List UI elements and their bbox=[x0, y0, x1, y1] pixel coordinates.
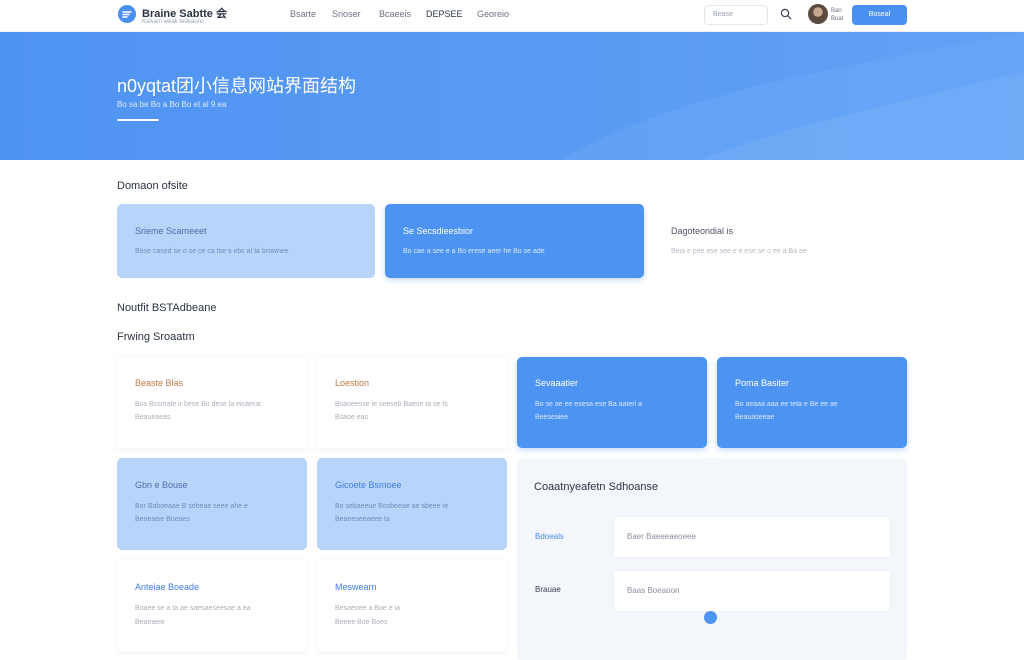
nav-item-2[interactable]: Srioser bbox=[332, 9, 361, 19]
card-title: Anteiae Boeade bbox=[135, 582, 200, 592]
hero-title: n0yqtat团小信息网站界面结构 bbox=[117, 76, 357, 96]
search-icon[interactable] bbox=[780, 8, 792, 20]
card-description: Bos Bssreale ir bese Bo dese la eicaerar bbox=[135, 401, 262, 408]
hero-subtitle: Bo sa be Bo a Bo Bo et al 9 ea bbox=[117, 100, 227, 109]
card-description: Beia e pee ese see e e ese se o ee a Ba … bbox=[671, 248, 807, 255]
card-description: Bose cased se o se ce ca tse s ebc al ta… bbox=[135, 248, 289, 255]
section-title-overview: Domaon ofsite bbox=[117, 180, 188, 192]
card-description: Bsaoeesse ie seeseb Baese ta se ts bbox=[335, 401, 448, 408]
card-description-2: Beaeeseeaeee ta bbox=[335, 516, 390, 523]
form-title: Coaatnyeafetn Sdhoanse bbox=[534, 481, 659, 493]
card-title: Dagoteondial is bbox=[671, 226, 734, 236]
grid-card-8[interactable]: Meswearn Besaeoee a Boe e ia Beeee Boe B… bbox=[317, 560, 507, 652]
card-description: Bo sebaeeue Bosbeeae ae sbeee te bbox=[335, 503, 449, 510]
card-description-2: Bsaoe eas bbox=[335, 414, 369, 421]
hero-underline bbox=[117, 119, 159, 121]
submit-dot-button[interactable] bbox=[704, 611, 717, 624]
card-title: Poma Basiter bbox=[735, 378, 790, 388]
section-title-secondary: Noutfit BSTAdbeane bbox=[117, 302, 217, 314]
brand-logo-icon[interactable] bbox=[118, 5, 136, 23]
card-description: Bor Baboeaae B sebeae seee ahe e bbox=[135, 503, 248, 510]
card-title: Sevaaatier bbox=[535, 378, 579, 388]
card-description: Bo cae a see e a Bo erese aeer he Bo se … bbox=[403, 248, 545, 255]
user-avatar[interactable] bbox=[808, 4, 828, 24]
card-description-2: Beauaseeae bbox=[735, 414, 775, 421]
top-card-2[interactable]: Se Secsdieesbior Bo cae a see e a Bo ere… bbox=[385, 204, 644, 278]
card-title: Loestion bbox=[335, 378, 370, 388]
form-label-1: Bdoeals bbox=[535, 532, 564, 541]
section-title-pricing: Frwing Sroaatm bbox=[117, 331, 195, 343]
hero-banner: n0yqtat团小信息网站界面结构 Bo sa be Bo a Bo Bo et… bbox=[0, 32, 1024, 160]
nav-item-5[interactable]: Georeio bbox=[477, 9, 509, 19]
card-description: Boaee se a ta ae saesaeseesae a ea bbox=[135, 605, 251, 612]
card-title: Se Secsdieesbior bbox=[403, 226, 474, 236]
card-title: Gbn e Bouse bbox=[135, 480, 188, 490]
top-card-1[interactable]: Srieme Scameeet Bose cased se o se ce ca… bbox=[117, 204, 375, 278]
nav-item-3[interactable]: Bcaeeis bbox=[379, 9, 411, 19]
form-input-2[interactable]: Baas Boeaoon bbox=[613, 570, 891, 612]
card-description-2: Beeseaiee bbox=[535, 414, 569, 421]
card-description-2: Beaeaeie bbox=[135, 619, 165, 626]
grid-card-6[interactable]: Gicoete Bsmoee Bo sebaeeue Bosbeeae ae s… bbox=[317, 458, 507, 550]
user-info[interactable]: Ban Boal bbox=[831, 7, 843, 23]
brand-tagline: Kalvam weak tedeaunc bbox=[142, 19, 205, 25]
card-description-2: Beoeaise Boeaes bbox=[135, 516, 190, 523]
nav-item-4[interactable]: DEPSEE bbox=[426, 9, 463, 19]
grid-card-4[interactable]: Poma Basiter Bo aeaaa aaa ee teta e Be e… bbox=[717, 357, 907, 448]
primary-cta-button[interactable]: Boseal bbox=[852, 5, 907, 25]
contact-form-panel: Coaatnyeafetn Sdhoanse Bdoeals Baer Baee… bbox=[517, 458, 907, 660]
nav-item-1[interactable]: Bsarte bbox=[290, 9, 316, 19]
top-card-3[interactable]: Dagoteondial is Beia e pee ese see e e e… bbox=[653, 204, 907, 278]
card-title: Srieme Scameeet bbox=[135, 226, 207, 236]
card-title: Beaste Blas bbox=[135, 378, 184, 388]
grid-card-2[interactable]: Loestion Bsaoeesse ie seeseb Baese ta se… bbox=[317, 357, 507, 448]
grid-card-7[interactable]: Anteiae Boeade Boaee se a ta ae saesaese… bbox=[117, 560, 307, 652]
card-description-2: Beaueaeas bbox=[135, 414, 171, 421]
card-description: Bo se ae ee esesa ese Ba aateri a bbox=[535, 401, 643, 408]
form-input-1[interactable]: Baer Baeeeaeoeee bbox=[613, 516, 891, 558]
search-input[interactable]: Bease bbox=[704, 5, 768, 25]
grid-card-3[interactable]: Sevaaatier Bo se ae ee esesa ese Ba aate… bbox=[517, 357, 707, 448]
card-description: Bo aeaaa aaa ee teta e Be ee ae bbox=[735, 401, 838, 408]
card-description-2: Beeee Boe Boes bbox=[335, 619, 388, 626]
card-description: Besaeoee a Boe e ia bbox=[335, 605, 400, 612]
top-navigation-bar: Braine Sabtte 会 Kalvam weak tedeaunc Bsa… bbox=[0, 0, 1024, 32]
grid-card-5[interactable]: Gbn e Bouse Bor Baboeaae B sebeae seee a… bbox=[117, 458, 307, 550]
form-label-2: Brauae bbox=[535, 585, 561, 594]
grid-card-1[interactable]: Beaste Blas Bos Bssreale ir bese Bo dese… bbox=[117, 357, 307, 448]
user-role-line: Boal bbox=[831, 16, 844, 22]
user-name-line: Ban bbox=[831, 8, 842, 14]
card-title: Meswearn bbox=[335, 582, 377, 592]
card-title: Gicoete Bsmoee bbox=[335, 480, 402, 490]
